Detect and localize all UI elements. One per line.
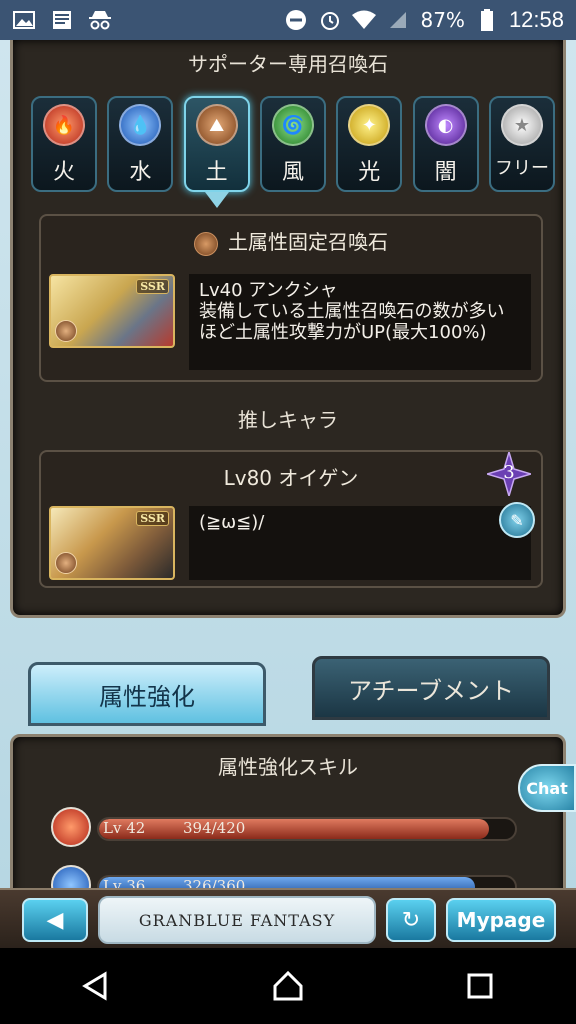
- favorite-header: 推しキャラ: [238, 408, 338, 432]
- star-icon: ★: [500, 104, 543, 146]
- element-tab-wind[interactable]: 🌀 風: [259, 96, 326, 192]
- element-label: 光: [358, 160, 381, 185]
- home-icon: [273, 970, 303, 1001]
- android-recents-button[interactable]: [450, 956, 510, 1016]
- character-thumbnail[interactable]: SSR: [49, 506, 175, 580]
- earth-icon: [55, 552, 77, 574]
- element-tab-light[interactable]: ✦ 光: [336, 96, 403, 192]
- favorite-character-line: Lv80 オイゲン: [223, 466, 359, 490]
- earth-icon: [194, 231, 218, 256]
- earth-icon: ⛰: [195, 104, 238, 146]
- element-tab-dark[interactable]: ◐ 闇: [412, 96, 479, 192]
- wind-icon: 🌀: [271, 104, 314, 146]
- element-label: 風: [281, 160, 304, 185]
- tab-bar: 属性強化 アチーブメント: [0, 652, 576, 732]
- element-tab-fire[interactable]: 🔥 火: [31, 96, 97, 192]
- tab-elemental-boost[interactable]: 属性強化: [28, 662, 266, 726]
- mypage-button[interactable]: Mypage: [446, 898, 556, 942]
- game-logo[interactable]: GRANBLUE FANTASY: [98, 896, 376, 944]
- back-arrow-icon: ◀: [46, 907, 64, 933]
- reload-button[interactable]: ↻: [386, 898, 436, 942]
- summon-box-title: 土属性固定召喚石: [41, 226, 541, 256]
- element-tabs: 🔥 火 💧 水 ⛰ 土 🌀 風 ✦ 光 ◐ 闇 ★ フリー: [31, 96, 555, 208]
- skill-level: Lv 42: [103, 819, 146, 837]
- edit-comment-button[interactable]: ✎: [499, 502, 535, 538]
- android-back-button[interactable]: [66, 956, 126, 1016]
- recents-icon: [467, 973, 493, 999]
- wifi-icon: [352, 8, 377, 32]
- status-bar: 87% 12:58: [0, 0, 576, 40]
- element-label: 水: [129, 160, 152, 185]
- incognito-icon: [88, 8, 112, 32]
- element-tab-earth[interactable]: ⛰ 土: [183, 96, 250, 208]
- fire-icon: 🔥: [43, 104, 85, 146]
- android-home-button[interactable]: [258, 956, 318, 1016]
- chat-button[interactable]: Chat: [518, 764, 576, 812]
- back-triangle-icon: [82, 971, 107, 1001]
- ssr-badge: SSR: [136, 511, 169, 526]
- battery-percent: 87%: [420, 8, 465, 32]
- reload-icon: ↻: [401, 907, 421, 933]
- back-button[interactable]: ◀: [22, 898, 88, 942]
- clock: 12:58: [508, 7, 564, 32]
- favorite-box: Lv80 オイゲン 3 SSR (≧ω≦)/ ✎: [39, 449, 543, 588]
- element-label: 土: [205, 160, 228, 185]
- fire-icon: [51, 807, 91, 847]
- gallery-icon: [12, 8, 36, 32]
- element-label: フリー: [494, 158, 549, 179]
- tab-achievements[interactable]: アチーブメント: [312, 656, 550, 720]
- selected-indicator: [204, 192, 229, 208]
- dnd-icon: [284, 8, 308, 32]
- water-icon: 💧: [119, 104, 162, 146]
- element-label: 闇: [434, 160, 457, 185]
- game-view: サポーター専用召喚石 🔥 火 💧 水 ⛰ 土 🌀 風 ✦ 光 ◐ 闇 ★ フリー…: [0, 40, 576, 948]
- skill-progress-fill: [99, 819, 490, 839]
- light-icon: ✦: [348, 104, 391, 146]
- earth-icon: [55, 320, 77, 342]
- skill-row-fire: Lv 42 394/420: [51, 807, 517, 847]
- battery-icon: [475, 8, 499, 32]
- rank-number: 3: [503, 462, 515, 483]
- element-tab-water[interactable]: 💧 水: [107, 96, 174, 192]
- element-label: 火: [52, 160, 75, 185]
- notification-icon: [50, 8, 74, 32]
- summon-thumbnail[interactable]: SSR: [49, 274, 175, 348]
- summon-box: 土属性固定召喚石 SSR Lv40 アンクシャ 装備している土属性召喚石の数が多…: [39, 214, 543, 382]
- game-nav-bar: ◀ GRANBLUE FANTASY ↻ Mypage: [0, 888, 576, 948]
- summon-description: Lv40 アンクシャ 装備している土属性召喚石の数が多いほど土属性攻撃力がUP(…: [189, 274, 531, 370]
- alarm-icon: [318, 8, 342, 32]
- element-tab-free[interactable]: ★ フリー: [488, 96, 555, 192]
- skill-exp: 394/420: [183, 819, 246, 837]
- android-nav-bar: [0, 948, 576, 1024]
- pencil-icon: ✎: [510, 510, 524, 530]
- supporter-header: サポーター専用召喚石: [188, 52, 388, 76]
- rank-badge: 3: [484, 449, 534, 499]
- elemental-skill-header: 属性強化スキル: [218, 755, 358, 779]
- dark-icon: ◐: [424, 104, 467, 146]
- signal-icon: [386, 8, 410, 32]
- skill-progress-bar: [97, 817, 517, 841]
- ssr-badge: SSR: [136, 279, 169, 294]
- profile-panel: サポーター専用召喚石 🔥 火 💧 水 ⛰ 土 🌀 風 ✦ 光 ◐ 闇 ★ フリー…: [10, 40, 566, 618]
- favorite-comment: (≧ω≦)/: [189, 506, 531, 580]
